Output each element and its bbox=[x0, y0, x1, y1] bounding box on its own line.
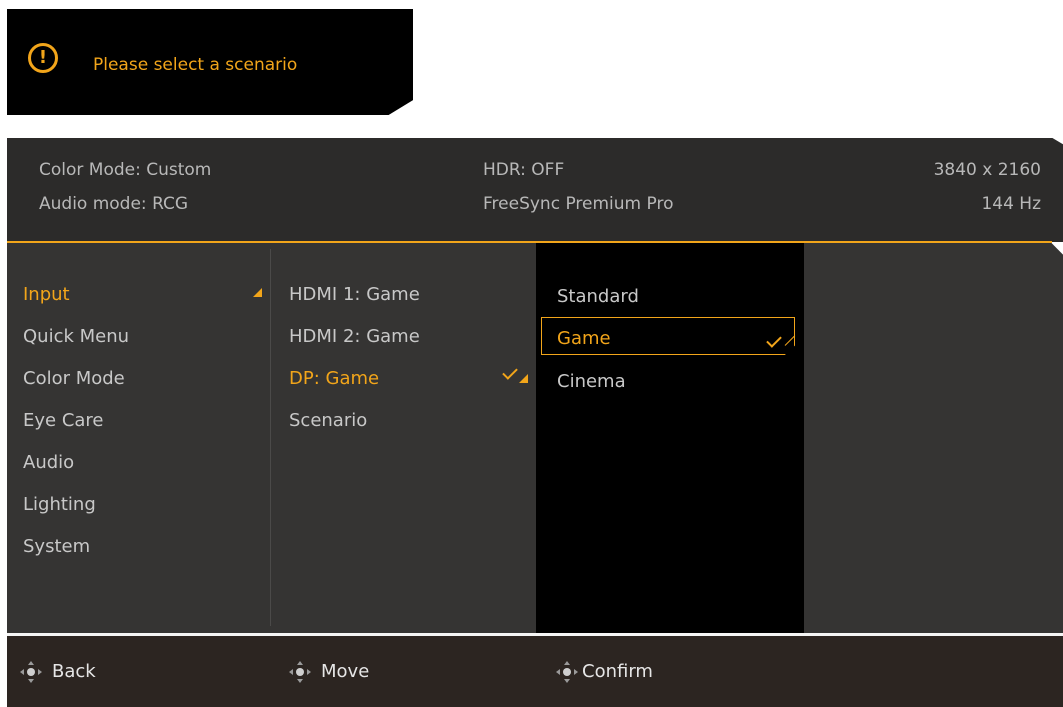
main-menu-item-quick-menu[interactable]: Quick Menu bbox=[23, 326, 129, 347]
footer-nav: Back Move Confirm bbox=[7, 636, 1063, 707]
status-refresh-rate: 144 Hz bbox=[981, 194, 1041, 214]
exclamation-circle-icon: ! bbox=[28, 43, 58, 73]
main-menu: Input Quick Menu Color Mode Eye Care Aud… bbox=[7, 243, 270, 633]
main-menu-item-system[interactable]: System bbox=[23, 536, 90, 557]
submenu-indicator-icon bbox=[519, 374, 528, 383]
status-hdr: HDR: OFF bbox=[483, 160, 565, 180]
status-color-mode: Color Mode: Custom bbox=[39, 160, 212, 180]
main-menu-item-eye-care[interactable]: Eye Care bbox=[23, 410, 104, 431]
sub-menu-item-dp[interactable]: DP: Game bbox=[289, 368, 379, 389]
menu-body: Input Quick Menu Color Mode Eye Care Aud… bbox=[7, 243, 1063, 633]
main-menu-item-input[interactable]: Input bbox=[23, 284, 70, 305]
toast-message: Please select a scenario bbox=[93, 55, 298, 75]
nav-move-label: Move bbox=[321, 661, 370, 682]
options-panel: Standard Game Cinema bbox=[536, 243, 804, 633]
nav-confirm[interactable]: Confirm bbox=[556, 636, 653, 707]
five-way-joystick-icon bbox=[289, 660, 311, 683]
sub-menu-item-hdmi1[interactable]: HDMI 1: Game bbox=[289, 284, 420, 305]
check-icon bbox=[502, 364, 518, 380]
nav-move[interactable]: Move bbox=[289, 636, 369, 707]
main-menu-item-audio[interactable]: Audio bbox=[23, 452, 74, 473]
status-freesync: FreeSync Premium Pro bbox=[483, 194, 674, 214]
five-way-joystick-icon bbox=[556, 660, 578, 683]
option-game[interactable]: Game bbox=[557, 328, 611, 349]
header-divider bbox=[7, 241, 1052, 243]
main-menu-item-color-mode[interactable]: Color Mode bbox=[23, 368, 125, 389]
status-bar: Color Mode: Custom Audio mode: RCG HDR: … bbox=[7, 138, 1063, 242]
scenario-toast: ! Please select a scenario bbox=[7, 9, 413, 115]
option-standard[interactable]: Standard bbox=[557, 286, 639, 307]
five-way-joystick-icon bbox=[20, 660, 42, 683]
nav-back[interactable]: Back bbox=[20, 636, 96, 707]
status-resolution: 3840 x 2160 bbox=[933, 160, 1041, 180]
nav-back-label: Back bbox=[52, 661, 96, 682]
option-cinema[interactable]: Cinema bbox=[557, 371, 626, 392]
main-menu-item-lighting[interactable]: Lighting bbox=[23, 494, 96, 515]
sub-menu: HDMI 1: Game HDMI 2: Game DP: Game Scena… bbox=[271, 243, 536, 633]
osd-menu: Color Mode: Custom Audio mode: RCG HDR: … bbox=[7, 138, 1063, 707]
empty-panel bbox=[804, 243, 1063, 633]
status-audio-mode: Audio mode: RCG bbox=[39, 194, 189, 214]
sub-menu-item-scenario[interactable]: Scenario bbox=[289, 410, 367, 431]
sub-menu-item-hdmi2[interactable]: HDMI 2: Game bbox=[289, 326, 420, 347]
submenu-indicator-icon bbox=[253, 288, 262, 297]
nav-confirm-label: Confirm bbox=[582, 661, 653, 682]
